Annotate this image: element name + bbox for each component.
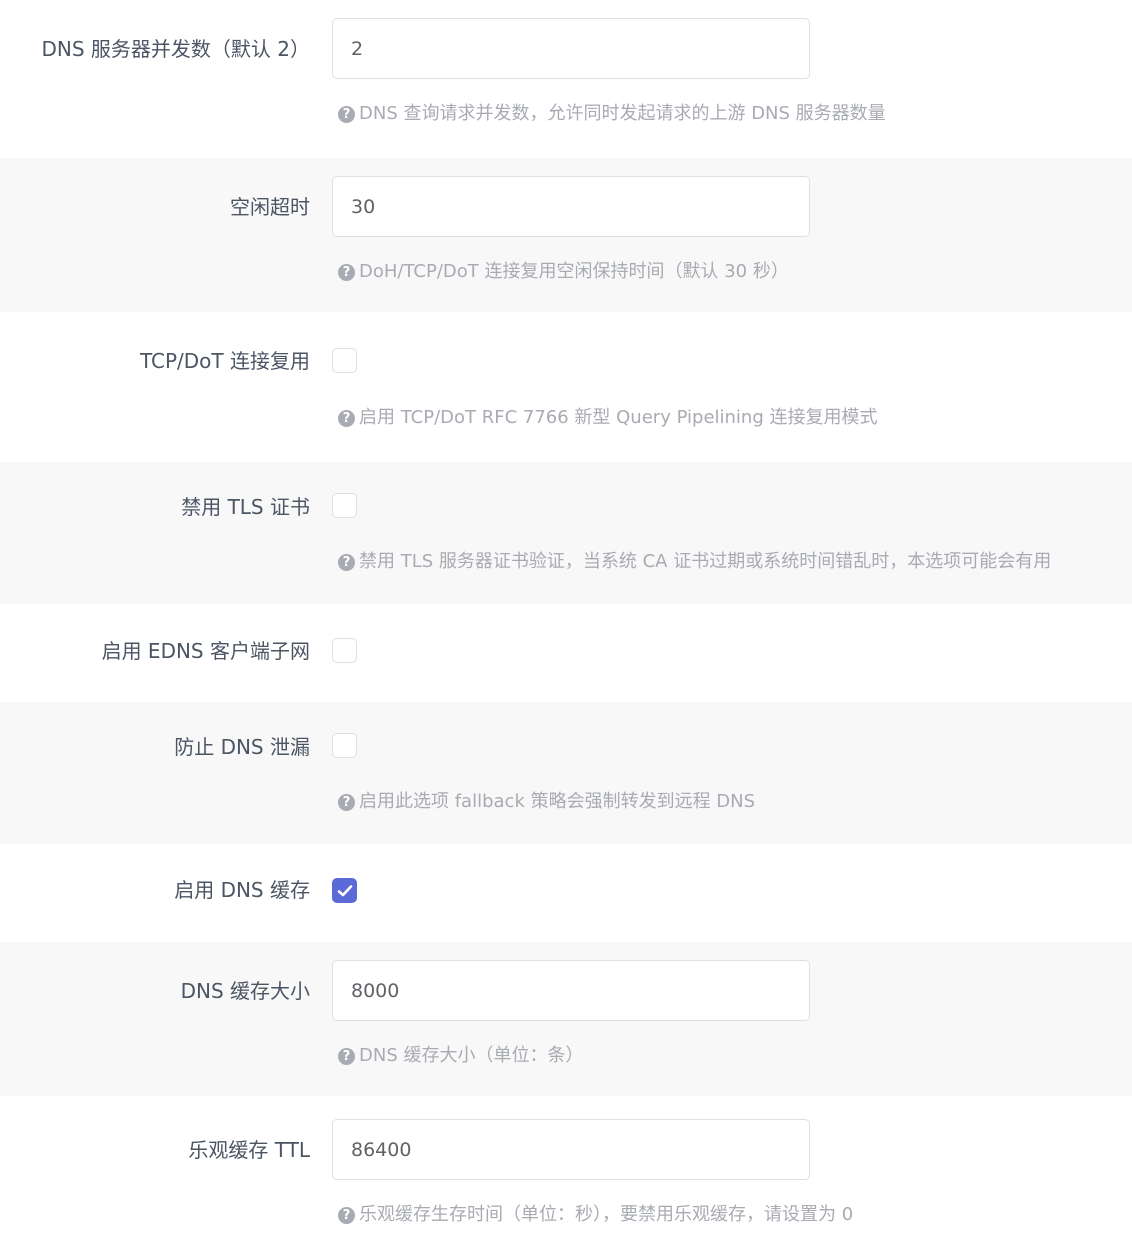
pipelining-row: TCP/DoT 连接复用 ? 启用 TCP/DoT RFC 7766 新型 Que… (0, 312, 1132, 462)
disable-tls-row: 禁用 TLS 证书 ? 禁用 TLS 服务器证书验证，当系统 CA 证书过期或系统… (0, 462, 1132, 604)
dns-leak-checkbox[interactable] (332, 733, 357, 758)
dns-leak-row: 防止 DNS 泄漏 ? 启用此选项 fallback 策略会强制转发到远程 DNS (0, 702, 1132, 844)
question-circle-icon: ? (338, 1048, 355, 1065)
optimistic-ttl-input[interactable] (332, 1119, 810, 1180)
idle-timeout-label: 空闲超时 (230, 195, 310, 219)
checkmark-icon (337, 885, 353, 897)
edns-subnet-row: 启用 EDNS 客户端子网 (0, 604, 1132, 702)
question-circle-icon: ? (338, 554, 355, 571)
concurrency-help-text: DNS 查询请求并发数，允许同时发起请求的上游 DNS 服务器数量 (359, 103, 886, 124)
dns-cache-row: 启用 DNS 缓存 (0, 844, 1132, 942)
pipelining-label: TCP/DoT 连接复用 (139, 349, 310, 373)
concurrency-input[interactable] (332, 18, 810, 79)
optimistic-ttl-help-text: 乐观缓存生存时间（单位：秒），要禁用乐观缓存，请设置为 0 (359, 1204, 854, 1225)
edns-subnet-checkbox[interactable] (332, 638, 357, 663)
optimistic-ttl-help: ? 乐观缓存生存时间（单位：秒），要禁用乐观缓存，请设置为 0 (338, 1204, 853, 1226)
idle-timeout-row: 空闲超时 ?DoH/TCP/DoT 连接复用空闲保持时间（默认 30 秒） (0, 158, 1132, 312)
dns-cache-checkbox[interactable] (332, 878, 357, 903)
concurrency-row: DNS 服务器并发数（默认 2） ?DNS 查询请求并发数，允许同时发起请求的上… (0, 0, 1132, 158)
pipelining-checkbox[interactable] (332, 348, 357, 373)
disable-tls-checkbox[interactable] (332, 493, 357, 518)
question-circle-icon: ? (338, 264, 355, 281)
dns-cache-label: 启用 DNS 缓存 (174, 878, 310, 902)
cache-size-input[interactable] (332, 960, 810, 1021)
dns-settings-form: DNS 服务器并发数（默认 2） ?DNS 查询请求并发数，允许同时发起请求的上… (0, 0, 1132, 1250)
dns-leak-help: ? 启用此选项 fallback 策略会强制转发到远程 DNS (338, 791, 755, 813)
question-circle-icon: ? (338, 794, 355, 811)
disable-tls-help-text: 禁用 TLS 服务器证书验证，当系统 CA 证书过期或系统时间错乱时，本选项可能… (359, 551, 1052, 572)
concurrency-label: DNS 服务器并发数（默认 2） (41, 37, 311, 61)
optimistic-ttl-label: 乐观缓存 TTL (188, 1138, 310, 1162)
optimistic-ttl-row: 乐观缓存 TTL ?乐观缓存生存时间（单位：秒），要禁用乐观缓存，请设置为 0 (0, 1096, 1132, 1250)
idle-timeout-help: ? DoH/TCP/DoT 连接复用空闲保持时间（默认 30 秒） (338, 261, 789, 283)
idle-timeout-input[interactable] (332, 176, 810, 237)
disable-tls-label: 禁用 TLS 证书 (181, 495, 310, 519)
disable-tls-help: ? 禁用 TLS 服务器证书验证，当系统 CA 证书过期或系统时间错乱时，本选项可… (338, 551, 1051, 573)
dns-leak-label: 防止 DNS 泄漏 (174, 735, 310, 759)
cache-size-help: ? DNS 缓存大小（单位：条） (338, 1045, 583, 1067)
question-circle-icon: ? (338, 410, 355, 427)
question-circle-icon: ? (338, 1207, 355, 1224)
concurrency-help: ? DNS 查询请求并发数，允许同时发起请求的上游 DNS 服务器数量 (338, 103, 886, 125)
question-circle-icon: ? (338, 106, 355, 123)
pipelining-help-text: 启用 TCP/DoT RFC 7766 新型 Query Pipelining … (359, 407, 878, 428)
cache-size-row: DNS 缓存大小 ?DNS 缓存大小（单位：条） (0, 942, 1132, 1096)
dns-leak-help-text: 启用此选项 fallback 策略会强制转发到远程 DNS (359, 791, 756, 812)
edns-subnet-label: 启用 EDNS 客户端子网 (101, 639, 310, 663)
pipelining-help: ? 启用 TCP/DoT RFC 7766 新型 Query Pipelining… (338, 407, 878, 429)
idle-timeout-help-text: DoH/TCP/DoT 连接复用空闲保持时间（默认 30 秒） (359, 261, 789, 282)
cache-size-help-text: DNS 缓存大小（单位：条） (359, 1045, 584, 1066)
cache-size-label: DNS 缓存大小 (180, 979, 310, 1003)
